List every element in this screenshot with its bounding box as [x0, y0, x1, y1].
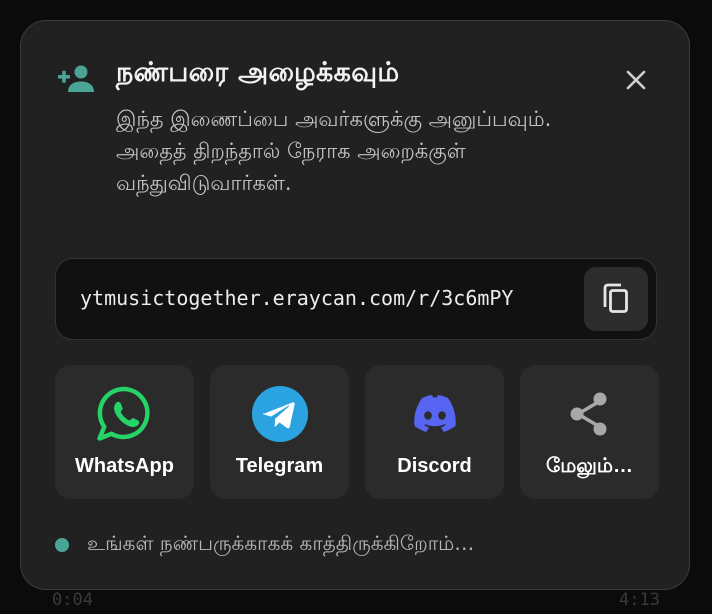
- close-icon: [626, 70, 646, 90]
- share-discord-button[interactable]: Discord: [365, 365, 504, 499]
- waiting-status: உங்கள் நண்பருக்காகக் காத்திருக்கிறோம்…: [55, 531, 474, 558]
- status-dot: [55, 537, 69, 552]
- dialog-description: இந்த இணைப்பை அவர்களுக்கு அனுப்பவும். அதை…: [116, 107, 552, 195]
- invite-link-text[interactable]: ytmusictogether.eraycan.com/r/3c6mPY: [80, 286, 513, 310]
- close-button[interactable]: [623, 67, 649, 93]
- telegram-icon: [251, 386, 308, 442]
- copy-icon: [603, 283, 628, 313]
- share-more-button[interactable]: மேலும்…: [520, 365, 659, 499]
- share-icon: [570, 392, 606, 436]
- total-time: 4:13: [619, 590, 660, 610]
- share-more-label: மேலும்…: [546, 455, 633, 477]
- share-telegram-button[interactable]: Telegram: [210, 365, 349, 499]
- person-add-icon: [58, 65, 94, 92]
- share-whatsapp-label: WhatsApp: [75, 455, 174, 477]
- copy-link-button[interactable]: [584, 267, 648, 331]
- invite-link-field[interactable]: ytmusictogether.eraycan.com/r/3c6mPY: [55, 258, 657, 340]
- status-text: உங்கள் நண்பருக்காகக் காத்திருக்கிறோம்…: [87, 531, 475, 555]
- whatsapp-icon: [96, 386, 150, 441]
- discord-icon: [413, 395, 456, 432]
- invite-friend-dialog: நண்பரை அழைக்கவும் இந்த இணைப்பை அவர்களுக்…: [20, 20, 690, 590]
- share-options: WhatsApp Telegram Discord மேலும்…: [55, 365, 659, 499]
- share-whatsapp-button[interactable]: WhatsApp: [55, 365, 194, 499]
- elapsed-time: 0:04: [52, 590, 93, 610]
- share-telegram-label: Telegram: [235, 455, 324, 477]
- dialog-title: நண்பரை அழைக்கவும்: [116, 57, 400, 88]
- share-discord-label: Discord: [397, 455, 472, 477]
